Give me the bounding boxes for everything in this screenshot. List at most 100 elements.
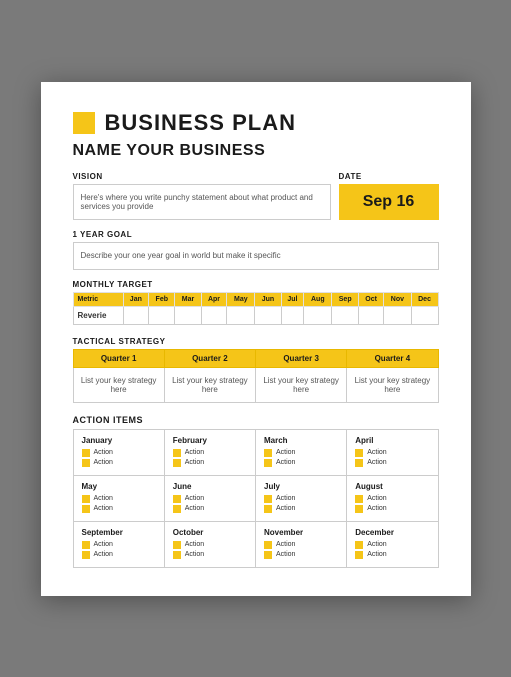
header: Business Plan	[73, 110, 439, 136]
aug-value[interactable]	[304, 306, 332, 324]
action-bullet-icon	[355, 459, 363, 467]
action-item: Action	[264, 495, 338, 503]
action-bullet-icon	[82, 551, 90, 559]
action-text[interactable]: Action	[276, 449, 295, 456]
mar-value[interactable]	[175, 306, 201, 324]
col-jun: Jun	[255, 292, 281, 306]
action-text[interactable]: Action	[367, 495, 386, 502]
month-name-may: May	[82, 482, 156, 491]
sep-value[interactable]	[332, 306, 359, 324]
action-text[interactable]: Action	[276, 495, 295, 502]
quarter3-strategy[interactable]: List your key strategy here	[256, 367, 347, 402]
dec-value[interactable]	[411, 306, 438, 324]
action-text[interactable]: Action	[367, 541, 386, 548]
action-item: Action	[264, 505, 338, 513]
action-row-0: JanuaryActionActionFebruaryActionActionM…	[73, 429, 438, 475]
business-name[interactable]: Name Your Business	[73, 142, 439, 160]
action-item: Action	[173, 495, 247, 503]
action-text[interactable]: Action	[94, 449, 113, 456]
action-bullet-icon	[173, 495, 181, 503]
action-text[interactable]: Action	[94, 505, 113, 512]
jul-value[interactable]	[281, 306, 304, 324]
action-text[interactable]: Action	[276, 505, 295, 512]
jun-value[interactable]	[255, 306, 281, 324]
action-text[interactable]: Action	[367, 551, 386, 558]
action-item: Action	[82, 449, 156, 457]
nov-value[interactable]	[384, 306, 411, 324]
goal-label: 1 Year Goal	[73, 230, 439, 239]
action-bullet-icon	[82, 495, 90, 503]
month-name-july: July	[264, 482, 338, 491]
action-text[interactable]: Action	[185, 551, 204, 558]
action-text[interactable]: Action	[276, 459, 295, 466]
action-text[interactable]: Action	[185, 541, 204, 548]
action-text[interactable]: Action	[94, 541, 113, 548]
action-bullet-icon	[173, 449, 181, 457]
month-name-december: December	[355, 528, 429, 537]
action-item: Action	[355, 551, 429, 559]
month-name-november: November	[264, 528, 338, 537]
action-text[interactable]: Action	[94, 459, 113, 466]
action-cell-may: May Action Action	[73, 475, 164, 521]
action-item: Action	[82, 495, 156, 503]
action-cell-august: AugustActionAction	[347, 475, 438, 521]
action-text[interactable]: Action	[276, 541, 295, 548]
action-item: Action	[82, 551, 156, 559]
action-text[interactable]: Action	[94, 495, 113, 502]
action-cell-february: FebruaryActionAction	[164, 429, 255, 475]
action-text[interactable]: Action	[367, 449, 386, 456]
action-bullet-icon	[264, 495, 272, 503]
action-bullet-icon	[82, 505, 90, 513]
may-value[interactable]	[227, 306, 255, 324]
tactical-section: Tactical Strategy Quarter 1 Quarter 2 Qu…	[73, 337, 439, 403]
action-bullet-icon	[355, 551, 363, 559]
tactical-header-row: Quarter 1 Quarter 2 Quarter 3 Quarter 4	[73, 349, 438, 367]
action-row-2: September Action Action October Action Action…	[73, 521, 438, 567]
action-text[interactable]: Action	[185, 505, 204, 512]
action-text[interactable]: Action	[276, 551, 295, 558]
action-bullet-icon	[173, 505, 181, 513]
month-name-june: June	[173, 482, 247, 491]
action-item: Action	[173, 459, 247, 467]
action-cell-january: JanuaryActionAction	[73, 429, 164, 475]
action-text[interactable]: Action	[367, 505, 386, 512]
col-dec: Dec	[411, 292, 438, 306]
action-text[interactable]: Action	[185, 449, 204, 456]
col-feb: Feb	[149, 292, 175, 306]
action-bullet-icon	[173, 541, 181, 549]
quarter1-strategy[interactable]: List your key strategy here	[73, 367, 164, 402]
action-items-label: Action Items	[73, 415, 439, 425]
action-text[interactable]: Action	[94, 551, 113, 558]
action-cell-november: November Action Action	[256, 521, 347, 567]
action-text[interactable]: Action	[185, 459, 204, 466]
action-text[interactable]: Action	[367, 459, 386, 466]
jan-value[interactable]	[123, 306, 149, 324]
quarter1-header: Quarter 1	[73, 349, 164, 367]
vision-label: Vision	[73, 172, 331, 181]
date-value[interactable]: Sep 16	[339, 184, 439, 220]
action-bullet-icon	[82, 459, 90, 467]
action-items-table: JanuaryActionActionFebruaryActionActionM…	[73, 429, 439, 568]
action-text[interactable]: Action	[185, 495, 204, 502]
goal-input[interactable]: Describe your one year goal in world but…	[73, 242, 439, 270]
feb-value[interactable]	[149, 306, 175, 324]
vision-input[interactable]: Here's where you write punchy statement …	[73, 184, 331, 220]
quarter2-strategy[interactable]: List your key strategy here	[164, 367, 255, 402]
action-item: Action	[264, 541, 338, 549]
col-metric: Metric	[73, 292, 123, 306]
action-bullet-icon	[355, 495, 363, 503]
metric-name[interactable]: Reverie	[73, 306, 123, 324]
month-name-september: September	[82, 528, 156, 537]
tactical-table: Quarter 1 Quarter 2 Quarter 3 Quarter 4 …	[73, 349, 439, 403]
action-cell-july: July Action Action	[256, 475, 347, 521]
action-bullet-icon	[82, 541, 90, 549]
quarter3-header: Quarter 3	[256, 349, 347, 367]
apr-value[interactable]	[201, 306, 227, 324]
month-name-october: October	[173, 528, 247, 537]
quarter4-strategy[interactable]: List your key strategy here	[347, 367, 438, 402]
col-jan: Jan	[123, 292, 149, 306]
action-bullet-icon	[173, 459, 181, 467]
oct-value[interactable]	[359, 306, 384, 324]
col-jul: Jul	[281, 292, 304, 306]
col-oct: Oct	[359, 292, 384, 306]
